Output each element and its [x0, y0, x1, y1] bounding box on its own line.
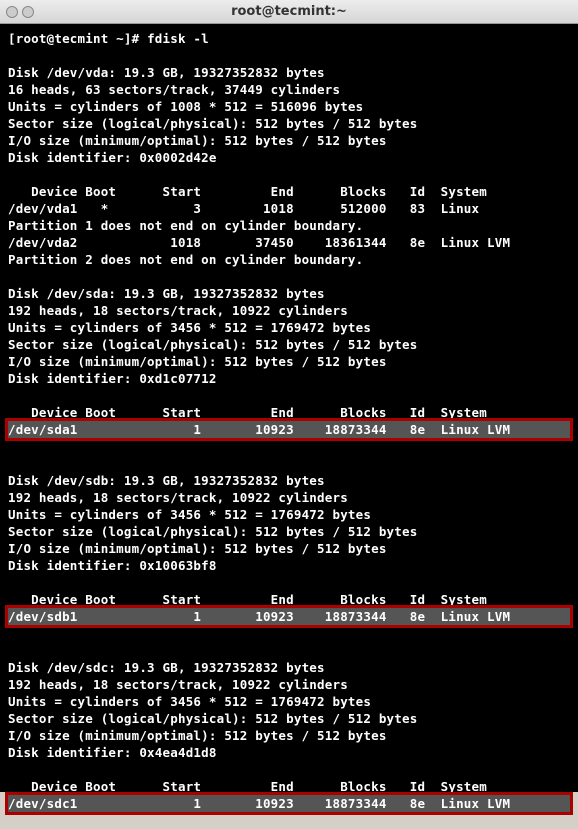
- geometry-line: 192 heads, 18 sectors/track, 10922 cylin…: [8, 303, 348, 318]
- window-controls: [6, 6, 34, 18]
- sector-line: Sector size (logical/physical): 512 byte…: [8, 524, 417, 539]
- geometry-line: 192 heads, 18 sectors/track, 10922 cylin…: [8, 677, 348, 692]
- io-line: I/O size (minimum/optimal): 512 bytes / …: [8, 728, 387, 743]
- geometry-line: 192 heads, 18 sectors/track, 10922 cylin…: [8, 490, 348, 505]
- window-titlebar: root@tecmint:~: [0, 0, 578, 24]
- highlighted-partition-sdc1: /dev/sdc1 1 10923 18873344 8e Linux LVM: [8, 795, 570, 812]
- units-line: Units = cylinders of 3456 * 512 = 176947…: [8, 320, 371, 335]
- disk-sda-line: Disk /dev/sda: 19.3 GB, 19327352832 byte…: [8, 286, 325, 301]
- sector-line: Sector size (logical/physical): 512 byte…: [8, 116, 417, 131]
- window-button[interactable]: [6, 6, 18, 18]
- sector-line: Sector size (logical/physical): 512 byte…: [8, 337, 417, 352]
- disk-sdb-line: Disk /dev/sdb: 19.3 GB, 19327352832 byte…: [8, 473, 325, 488]
- ident-line: Disk identifier: 0x10063bf8: [8, 558, 217, 573]
- partition-header: Device Boot Start End Blocks Id System: [8, 405, 487, 420]
- partition-row: /dev/vda1 * 3 1018 512000 83 Linux: [8, 201, 479, 216]
- partition-row: /dev/vda2 1018 37450 18361344 8e Linux L…: [8, 235, 510, 250]
- units-line: Units = cylinders of 3456 * 512 = 176947…: [8, 507, 371, 522]
- sector-line: Sector size (logical/physical): 512 byte…: [8, 711, 417, 726]
- io-line: I/O size (minimum/optimal): 512 bytes / …: [8, 541, 387, 556]
- disk-sdc-line: Disk /dev/sdc: 19.3 GB, 19327352832 byte…: [8, 660, 325, 675]
- disk-vda-line: Disk /dev/vda: 19.3 GB, 19327352832 byte…: [8, 65, 325, 80]
- geometry-line: 16 heads, 63 sectors/track, 37449 cylind…: [8, 82, 340, 97]
- units-line: Units = cylinders of 1008 * 512 = 516096…: [8, 99, 363, 114]
- prompt: [root@tecmint ~]#: [8, 31, 147, 46]
- partition-header: Device Boot Start End Blocks Id System: [8, 184, 487, 199]
- ident-line: Disk identifier: 0x4ea4d1d8: [8, 745, 217, 760]
- warning-line: Partition 1 does not end on cylinder bou…: [8, 218, 363, 233]
- io-line: I/O size (minimum/optimal): 512 bytes / …: [8, 354, 387, 369]
- warning-line: Partition 2 does not end on cylinder bou…: [8, 252, 363, 267]
- highlighted-partition-sdb1: /dev/sdb1 1 10923 18873344 8e Linux LVM: [8, 608, 570, 625]
- window-button[interactable]: [22, 6, 34, 18]
- partition-header: Device Boot Start End Blocks Id System: [8, 592, 487, 607]
- ident-line: Disk identifier: 0x0002d42e: [8, 150, 217, 165]
- io-line: I/O size (minimum/optimal): 512 bytes / …: [8, 133, 387, 148]
- units-line: Units = cylinders of 3456 * 512 = 176947…: [8, 694, 371, 709]
- highlighted-partition-sda1: /dev/sda1 1 10923 18873344 8e Linux LVM: [8, 421, 570, 438]
- command-text: fdisk -l: [147, 31, 209, 46]
- ident-line: Disk identifier: 0xd1c07712: [8, 371, 217, 386]
- terminal-output[interactable]: [root@tecmint ~]# fdisk -l Disk /dev/vda…: [0, 24, 578, 792]
- window-title: root@tecmint:~: [231, 4, 347, 19]
